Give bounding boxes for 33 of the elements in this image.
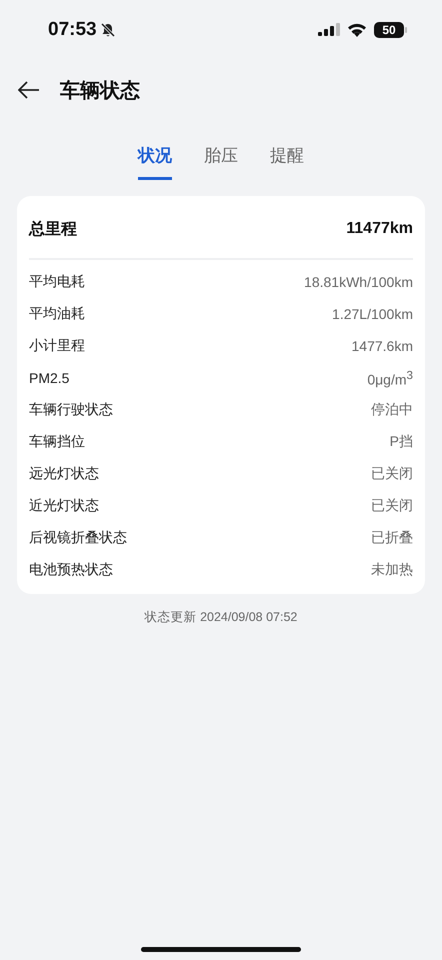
summary-value: 11477km	[346, 220, 413, 238]
status-time: 07:53	[48, 19, 97, 41]
row-value: 已折叠	[371, 529, 413, 547]
row-value: 0μg/m$^{3}$	[367, 368, 413, 388]
back-arrow-icon[interactable]	[18, 81, 40, 99]
row-label: 平均油耗	[29, 305, 85, 323]
tab[interactable]: 状况	[138, 144, 172, 180]
row-value: 18.81kWh/100km	[304, 274, 413, 290]
row-value: 未加热	[371, 561, 413, 579]
tab[interactable]: 胎压	[204, 144, 238, 180]
row-label: 远光灯状态	[29, 465, 99, 483]
row-label: PM2.5	[29, 370, 70, 386]
row-value: 停泊中	[371, 401, 413, 419]
row-value: 已关闭	[371, 497, 413, 515]
row-value: 已关闭	[371, 465, 413, 483]
battery-indicator: 50	[374, 22, 404, 38]
row-value: 1477.6km	[352, 338, 413, 354]
row-label: 小计里程	[29, 337, 85, 355]
row-value: P挡	[390, 433, 413, 451]
row-label: 车辆挡位	[29, 433, 85, 451]
row-value: 1.27L/100km	[332, 306, 413, 322]
summary-label: 总里程	[29, 220, 77, 240]
row-label: 电池预热状态	[29, 561, 113, 579]
muted-bell-icon	[100, 22, 116, 38]
row-label: 近光灯状态	[29, 497, 99, 515]
page-title: 车辆状态	[60, 78, 140, 104]
row-label: 平均电耗	[29, 273, 85, 291]
tab[interactable]: 提醒	[270, 144, 304, 180]
update-time-text: 状态更新 2024/09/08 07:52	[143, 609, 298, 626]
row-label: 车辆行驶状态	[29, 401, 113, 419]
signal-icon	[318, 23, 340, 37]
wifi-icon	[347, 23, 367, 37]
row-label: 后视镜折叠状态	[29, 529, 127, 547]
